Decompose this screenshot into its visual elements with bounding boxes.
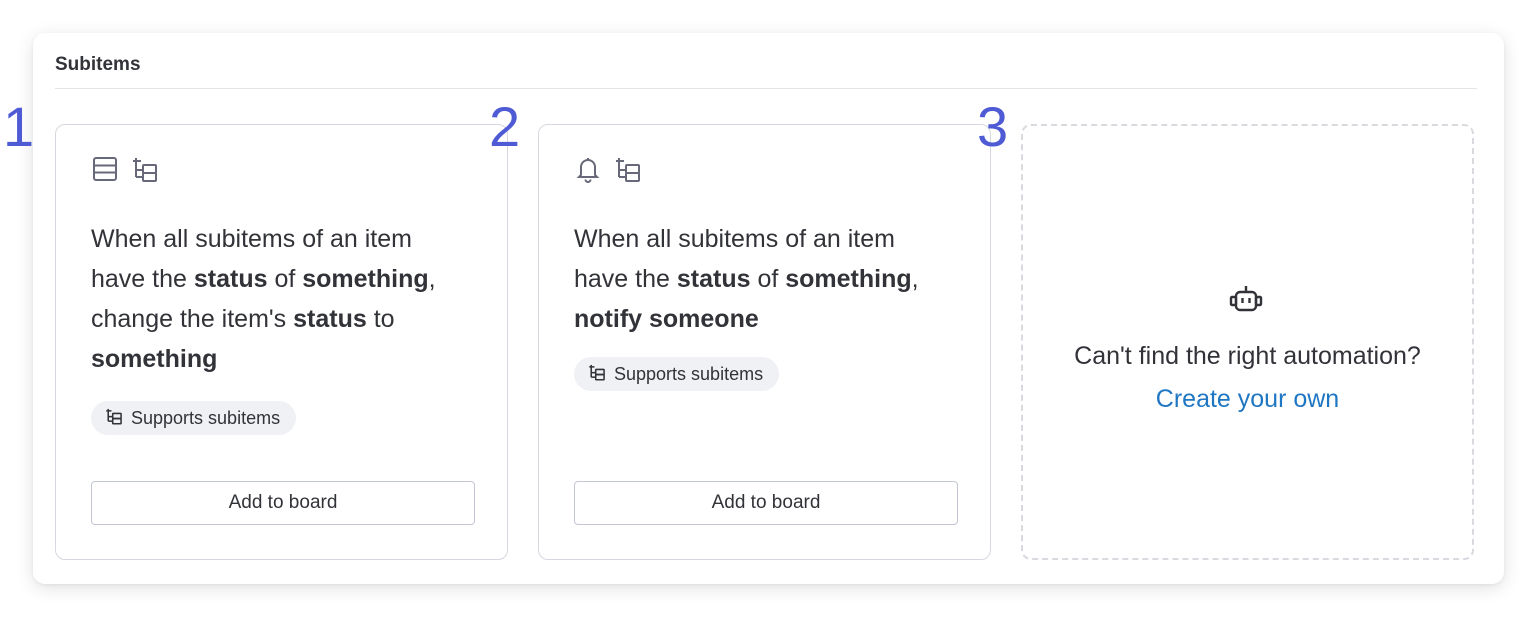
bell-icon <box>574 155 602 183</box>
automation-description: When all subitems of an item have the st… <box>574 225 919 333</box>
automation-card-2[interactable]: When all subitems of an item have the st… <box>538 124 991 560</box>
subitems-icon <box>614 155 642 183</box>
add-to-board-button[interactable]: Add to board <box>91 481 475 525</box>
cant-find-text: Can't find the right automation? <box>1074 342 1421 370</box>
subitems-icon <box>105 407 123 430</box>
add-to-board-button[interactable]: Add to board <box>574 481 958 525</box>
subitems-icon <box>131 155 159 183</box>
create-custom-automation-card[interactable]: Can't find the right automation? Create … <box>1021 124 1474 560</box>
subitems-panel: Subitems When all subitems of an item ha… <box>33 33 1504 584</box>
supports-subitems-tag: Supports subitems <box>91 401 297 435</box>
create-your-own-link[interactable]: Create your own <box>1023 385 1472 414</box>
step-marker-2: 2 <box>489 95 521 158</box>
tag-label: Supports subitems <box>614 363 764 384</box>
section-title: Subitems <box>55 54 141 75</box>
table-icon <box>91 155 119 183</box>
divider <box>55 88 1477 89</box>
automation-description: When all subitems of an item have the st… <box>91 225 436 373</box>
step-marker-1: 1 <box>3 95 35 158</box>
tag-label: Supports subitems <box>131 407 281 428</box>
card-icons <box>574 155 642 183</box>
subitems-icon <box>588 363 606 386</box>
supports-subitems-tag: Supports subitems <box>574 357 780 391</box>
step-marker-3: 3 <box>977 95 1009 158</box>
card-icons <box>91 155 159 183</box>
automation-card-1[interactable]: When all subitems of an item have the st… <box>55 124 508 560</box>
robot-icon <box>1226 281 1266 326</box>
